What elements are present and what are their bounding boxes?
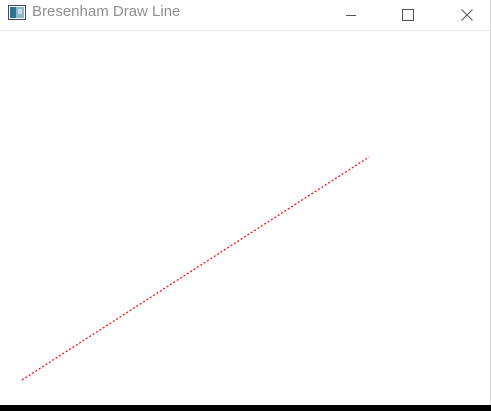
minimize-icon bbox=[346, 15, 356, 16]
title-bar[interactable]: Bresenham Draw Line bbox=[0, 0, 490, 31]
minimize-button[interactable] bbox=[328, 0, 374, 30]
drawing-canvas[interactable] bbox=[0, 31, 490, 405]
maximize-icon bbox=[402, 9, 414, 21]
close-icon bbox=[461, 9, 473, 21]
bresenham-line bbox=[21, 156, 370, 381]
app-icon bbox=[8, 5, 26, 20]
maximize-button[interactable] bbox=[385, 0, 431, 30]
app-window: Bresenham Draw Line bbox=[0, 0, 491, 405]
window-title: Bresenham Draw Line bbox=[32, 3, 181, 20]
taskbar-edge bbox=[0, 405, 491, 411]
close-button[interactable] bbox=[444, 0, 490, 30]
canvas-svg bbox=[21, 156, 370, 381]
